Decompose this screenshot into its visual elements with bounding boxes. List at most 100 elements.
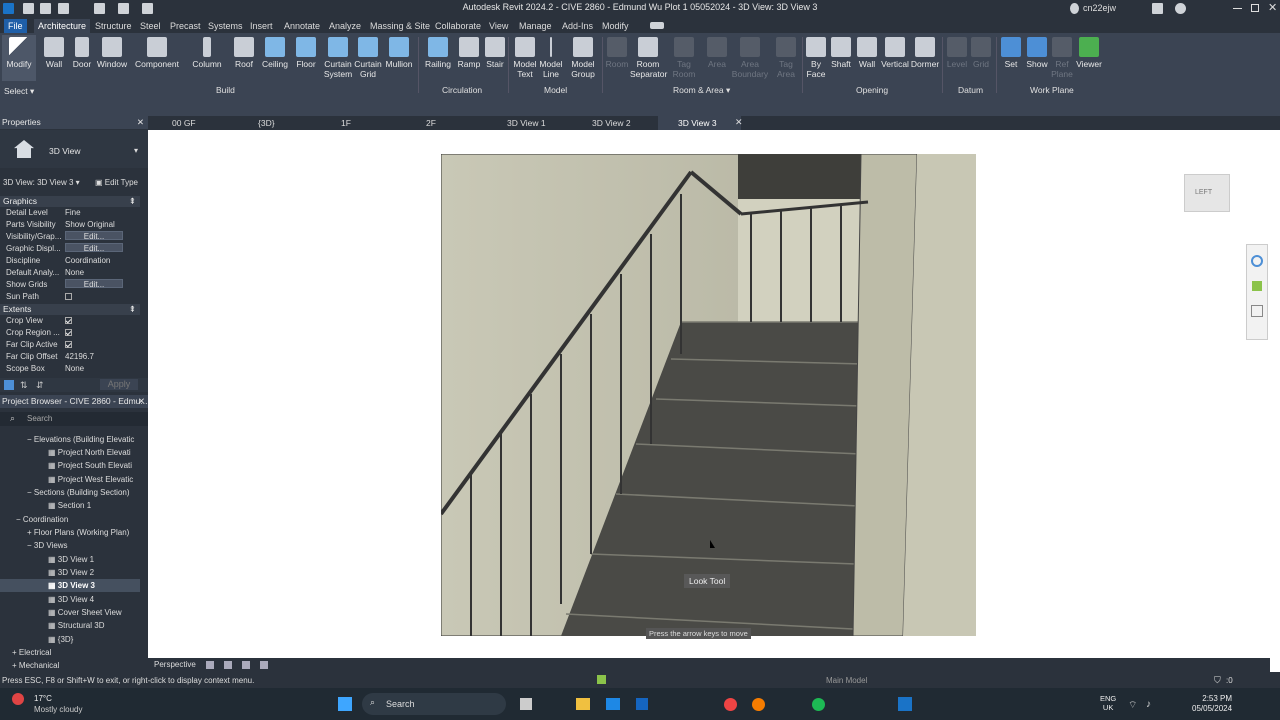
railing-tool[interactable]: Railing <box>424 35 452 69</box>
tree-sections[interactable]: − Sections (Building Section) <box>27 486 130 499</box>
tree-view-item[interactable]: ▦ Cover Sheet View <box>48 606 122 619</box>
grid-tool[interactable]: Grid <box>970 35 992 69</box>
tab-manage[interactable]: Manage <box>515 19 556 33</box>
tag-room-tool[interactable]: Tag Room <box>670 35 698 79</box>
view-tab-3d-view-2[interactable]: 3D View 2 <box>572 116 631 130</box>
properties-filter-icon[interactable] <box>4 380 14 390</box>
close-button[interactable]: ✕ <box>1268 1 1277 14</box>
mullion-tool[interactable]: Mullion <box>383 35 415 69</box>
volume-icon[interactable]: ♪ <box>1146 699 1151 710</box>
maximize-button[interactable] <box>1251 4 1259 12</box>
view-tab-3d-view-3[interactable]: 3D View 3 <box>658 116 741 130</box>
tree-3d-views[interactable]: − 3D Views <box>27 539 68 552</box>
tab-view[interactable]: View <box>485 19 512 33</box>
tree-view-item[interactable]: ▦ Project West Elevatic <box>48 473 133 486</box>
roof-tool[interactable]: Roof <box>230 35 258 69</box>
ramp-tool[interactable]: Ramp <box>456 35 482 69</box>
window-tool[interactable]: Window <box>96 35 128 69</box>
show-grids-edit-button[interactable]: Edit... <box>65 279 123 289</box>
crop-view-checkbox[interactable] <box>65 317 72 324</box>
visual-style-icon[interactable] <box>206 661 214 669</box>
model-group-tool[interactable]: Model Group <box>568 35 598 79</box>
tab-collaborate[interactable]: Collaborate <box>431 19 485 33</box>
ceiling-tool[interactable]: Ceiling <box>260 35 290 69</box>
view-tab-3d-view-1[interactable]: 3D View 1 <box>487 116 546 130</box>
view-tab-00gf[interactable]: 00 GF <box>152 116 196 130</box>
file-explorer-icon[interactable] <box>576 698 590 710</box>
sun-path-checkbox[interactable] <box>65 293 72 300</box>
network-icon[interactable]: ⌔ <box>1128 699 1137 712</box>
dormer-tool[interactable]: Dormer <box>910 35 940 69</box>
view-tab-2f[interactable]: 2F <box>406 116 436 130</box>
clock[interactable]: 2:53 PM 05/05/2024 <box>1192 694 1232 714</box>
tree-view-item[interactable]: ▦ {3D} <box>48 633 73 646</box>
close-properties-icon[interactable]: ✕ <box>137 116 144 129</box>
revit-taskbar-icon[interactable] <box>898 697 912 711</box>
sort-alpha-icon[interactable]: ⇵ <box>36 380 44 391</box>
tree-view-item[interactable]: ▦ 3D View 4 <box>48 593 94 606</box>
zoom-icon[interactable] <box>1252 281 1262 291</box>
mail-icon[interactable] <box>606 698 620 710</box>
chrome-icon[interactable] <box>724 698 737 711</box>
user-icon[interactable] <box>1070 3 1079 14</box>
firefox-icon[interactable] <box>752 698 765 711</box>
tag-area-tool[interactable]: Tag Area <box>772 35 800 79</box>
group-room-area[interactable]: Room & Area ▾ <box>673 85 730 96</box>
design-option-label[interactable]: Main Model <box>826 676 867 685</box>
viewer-tool[interactable]: Viewer <box>1074 35 1104 69</box>
curtain-grid-tool[interactable]: Curtain Grid <box>353 35 383 79</box>
stair-tool[interactable]: Stair <box>482 35 508 69</box>
far-clip-checkbox[interactable] <box>65 341 72 348</box>
tree-coordination[interactable]: − Coordination <box>16 513 68 526</box>
shadows-icon[interactable] <box>242 661 250 669</box>
apply-button[interactable]: Apply <box>100 379 138 390</box>
prop-row-detail-level[interactable]: Detail Level Fine <box>0 207 140 219</box>
tree-view-item[interactable]: ▦ Section 1 <box>48 499 91 512</box>
close-tab-icon[interactable]: ✕ <box>735 117 743 128</box>
taskbar-search[interactable]: ⌕ Search <box>362 693 506 715</box>
crop-region-checkbox[interactable] <box>65 329 72 336</box>
by-face-tool[interactable]: By Face <box>804 35 828 79</box>
tab-analyze[interactable]: Analyze <box>325 19 365 33</box>
viewcube[interactable]: LEFT <box>1184 174 1230 212</box>
column-tool[interactable]: Column <box>190 35 224 69</box>
tree-view-item[interactable]: ▦ 3D View 2 <box>48 566 94 579</box>
filter-icon[interactable]: ⛉ <box>1214 675 1221 686</box>
tab-insert[interactable]: Insert <box>246 19 277 33</box>
outlook-icon[interactable] <box>636 698 648 710</box>
tab-steel[interactable]: Steel <box>136 19 165 33</box>
wall-tool[interactable]: Wall <box>40 35 68 69</box>
level-tool[interactable]: Level <box>946 35 968 69</box>
extents-section[interactable]: Extents ⇞ <box>0 304 140 315</box>
area-tool[interactable]: Area <box>704 35 730 69</box>
steering-wheel-icon[interactable] <box>1251 255 1263 267</box>
tab-architecture[interactable]: Architecture <box>34 19 91 33</box>
tab-massing-site[interactable]: Massing & Site <box>366 19 434 33</box>
edit-type-button[interactable]: ▣ Edit Type <box>95 177 138 189</box>
tab-file[interactable]: File <box>4 19 27 33</box>
shaft-tool[interactable]: Shaft <box>828 35 854 69</box>
component-tool[interactable]: Component <box>133 35 181 69</box>
tab-structure[interactable]: Structure <box>91 19 136 33</box>
contextual-toggle-icon[interactable] <box>650 22 664 29</box>
sun-path-icon[interactable] <box>224 661 232 669</box>
graphics-section[interactable]: Graphics ⇞ <box>0 196 140 207</box>
tree-view-item[interactable]: ▦ 3D View 1 <box>48 553 94 566</box>
sort-icon[interactable]: ⇅ <box>20 380 28 391</box>
prop-row-scope-box[interactable]: Scope Box None <box>0 363 140 375</box>
weather-icon[interactable] <box>12 693 24 705</box>
view-tab-3d-default[interactable]: {3D} <box>238 116 275 130</box>
help-icon[interactable] <box>1175 3 1186 14</box>
model-text-tool[interactable]: Model Text <box>512 35 538 79</box>
3d-view-render[interactable] <box>441 154 976 636</box>
cart-icon[interactable] <box>1152 3 1163 14</box>
tree-floor-plans[interactable]: + Floor Plans (Working Plan) <box>27 526 129 539</box>
browser-search[interactable]: ⌕ Search <box>0 412 148 426</box>
modify-tool[interactable]: Modify <box>2 35 36 81</box>
instance-selector[interactable]: 3D View: 3D View 3 ▾ <box>0 177 96 189</box>
room-separator-tool[interactable]: Room Separator <box>630 35 667 79</box>
language-indicator[interactable]: ENG UK <box>1100 694 1116 712</box>
tree-view-item[interactable]: ▦ Project South Elevati <box>48 459 132 472</box>
room-tool[interactable]: Room <box>604 35 630 69</box>
wall-opening-tool[interactable]: Wall <box>854 35 880 69</box>
